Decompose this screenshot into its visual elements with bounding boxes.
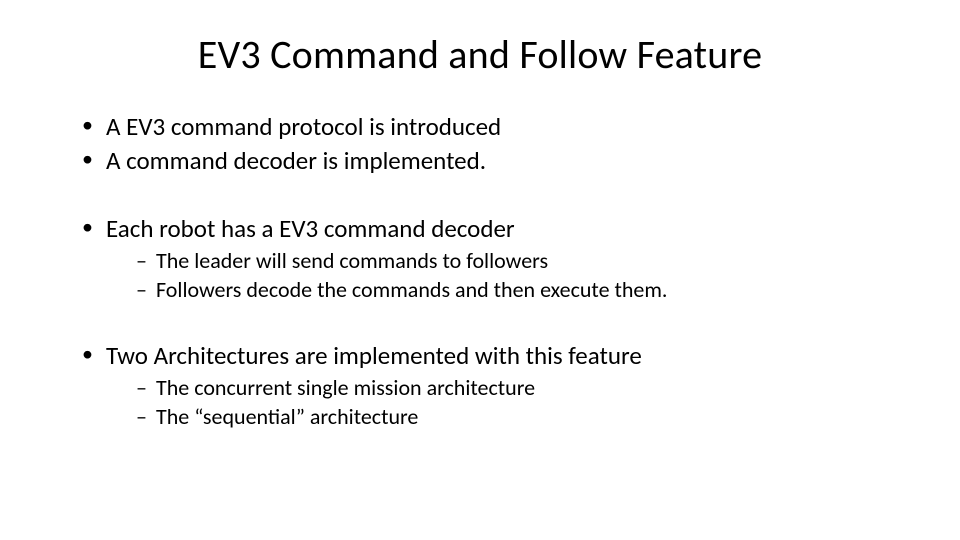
bullet-list: Two Architectures are implemented with t… — [60, 340, 900, 431]
spacer — [60, 179, 900, 213]
bullet-text: Each robot has a EV3 command decoder — [106, 213, 515, 244]
sub-bullet-item: Followers decode the commands and then e… — [138, 276, 900, 304]
sub-bullet-list: The concurrent single mission architectu… — [106, 374, 900, 431]
sub-bullet-text: The leader will send commands to followe… — [156, 247, 548, 274]
sub-bullet-list: The leader will send commands to followe… — [106, 247, 900, 304]
sub-bullet-text: The “sequential” architecture — [156, 403, 418, 430]
sub-bullet-item: The leader will send commands to followe… — [138, 247, 900, 275]
bullet-text: A command decoder is implemented. — [106, 145, 486, 176]
bullet-list: A EV3 command protocol is introduced A c… — [60, 111, 900, 177]
bullet-text: Two Architectures are implemented with t… — [106, 340, 642, 371]
sub-bullet-item: The concurrent single mission architectu… — [138, 374, 900, 402]
bullet-item: A command decoder is implemented. — [86, 145, 900, 177]
bullet-list: Each robot has a EV3 command decoder The… — [60, 213, 900, 304]
sub-bullet-text: Followers decode the commands and then e… — [156, 276, 668, 303]
slide: EV3 Command and Follow Feature A EV3 com… — [0, 0, 960, 540]
bullet-item: Two Architectures are implemented with t… — [86, 340, 900, 431]
sub-bullet-text: The concurrent single mission architectu… — [156, 374, 535, 401]
slide-title: EV3 Command and Follow Feature — [60, 30, 900, 79]
spacer — [60, 306, 900, 340]
bullet-item: A EV3 command protocol is introduced — [86, 111, 900, 143]
slide-content: A EV3 command protocol is introduced A c… — [60, 111, 900, 432]
sub-bullet-item: The “sequential” architecture — [138, 403, 900, 431]
bullet-item: Each robot has a EV3 command decoder The… — [86, 213, 900, 304]
bullet-text: A EV3 command protocol is introduced — [106, 111, 501, 142]
